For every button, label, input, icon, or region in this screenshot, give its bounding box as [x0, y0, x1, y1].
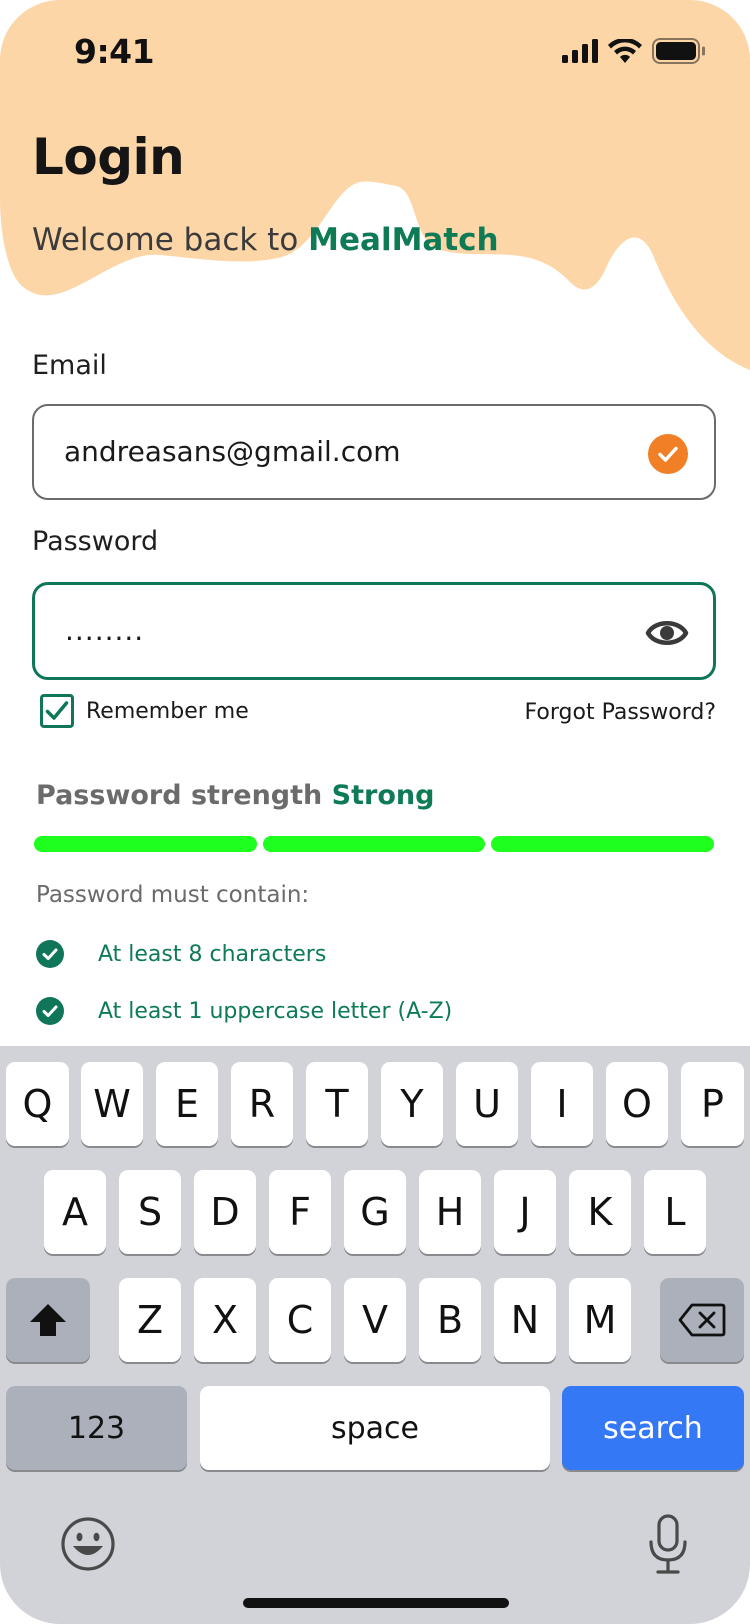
key-i[interactable]: I	[531, 1062, 593, 1146]
email-valid-check-icon	[648, 434, 688, 474]
requirements-heading: Password must contain:	[36, 882, 310, 908]
remember-me-checkbox[interactable]	[40, 694, 74, 728]
microphone-icon[interactable]	[646, 1514, 690, 1576]
wifi-icon	[608, 39, 642, 63]
shift-key[interactable]	[6, 1278, 90, 1362]
key-n[interactable]: N	[494, 1278, 556, 1362]
key-b[interactable]: B	[419, 1278, 481, 1362]
key-g[interactable]: G	[344, 1170, 406, 1254]
key-o[interactable]: O	[606, 1062, 668, 1146]
emoji-icon[interactable]	[60, 1516, 116, 1572]
strength-meter	[34, 836, 715, 852]
password-label: Password	[32, 526, 159, 557]
backspace-icon	[678, 1303, 726, 1337]
key-m[interactable]: M	[569, 1278, 631, 1362]
key-s[interactable]: S	[119, 1170, 181, 1254]
key-x[interactable]: X	[194, 1278, 256, 1362]
remember-me-option[interactable]: Remember me	[40, 694, 249, 728]
key-r[interactable]: R	[231, 1062, 293, 1146]
on-screen-keyboard: Q W E R T Y U I O P A S D F G H J K L Z …	[0, 1046, 750, 1624]
shift-arrow-icon	[30, 1304, 66, 1336]
password-strength-label: Password strength Strong	[36, 780, 434, 811]
strength-segment	[262, 836, 486, 852]
delete-key[interactable]	[660, 1278, 744, 1362]
status-bar: 9:41	[0, 0, 750, 110]
key-z[interactable]: Z	[119, 1278, 181, 1362]
key-v[interactable]: V	[344, 1278, 406, 1362]
numbers-key[interactable]: 123	[6, 1386, 187, 1470]
requirement-text: At least 1 uppercase letter (A-Z)	[98, 998, 453, 1024]
remember-me-label: Remember me	[86, 698, 249, 724]
battery-icon	[652, 38, 705, 64]
email-label: Email	[32, 350, 107, 381]
requirement-item: At least 1 uppercase letter (A-Z)	[36, 997, 452, 1025]
key-a[interactable]: A	[44, 1170, 106, 1254]
strength-segment	[34, 836, 257, 852]
brand-name: MealMatch	[308, 222, 499, 258]
key-f[interactable]: F	[269, 1170, 331, 1254]
key-c[interactable]: C	[269, 1278, 331, 1362]
show-password-eye-icon[interactable]	[645, 613, 689, 653]
key-p[interactable]: P	[681, 1062, 744, 1146]
welcome-subtitle: Welcome back to MealMatch	[32, 222, 499, 258]
email-value: andreasans@gmail.com	[64, 435, 401, 468]
password-value: ........	[65, 614, 145, 647]
page-title: Login	[32, 128, 185, 186]
forgot-password-link[interactable]: Forgot Password?	[525, 700, 716, 725]
key-e[interactable]: E	[156, 1062, 218, 1146]
requirement-text: At least 8 characters	[98, 941, 327, 967]
key-u[interactable]: U	[456, 1062, 518, 1146]
cellular-signal-icon	[562, 39, 598, 63]
key-w[interactable]: W	[81, 1062, 143, 1146]
welcome-text: Welcome back to	[32, 222, 309, 258]
key-d[interactable]: D	[194, 1170, 256, 1254]
key-y[interactable]: Y	[381, 1062, 443, 1146]
requirement-check-icon	[36, 997, 64, 1025]
status-icons	[562, 38, 706, 64]
key-q[interactable]: Q	[6, 1062, 69, 1146]
key-h[interactable]: H	[419, 1170, 481, 1254]
password-field[interactable]: ........	[32, 582, 716, 680]
key-l[interactable]: L	[644, 1170, 706, 1254]
space-key[interactable]: space	[200, 1386, 550, 1470]
strength-segment	[491, 836, 715, 852]
requirement-item: At least 8 characters	[36, 940, 326, 968]
home-indicator[interactable]	[243, 1598, 509, 1608]
key-j[interactable]: J	[494, 1170, 556, 1254]
checkmark-icon	[45, 701, 69, 720]
key-k[interactable]: K	[569, 1170, 631, 1254]
strength-level: Strong	[331, 780, 435, 811]
key-t[interactable]: T	[306, 1062, 368, 1146]
status-time: 9:41	[74, 32, 155, 71]
search-key[interactable]: search	[562, 1386, 744, 1470]
strength-text: Password strength	[36, 780, 332, 811]
requirement-check-icon	[36, 940, 64, 968]
login-screen: 9:41 Login Welcome back to MealMatch Ema…	[0, 0, 750, 1624]
email-field[interactable]: andreasans@gmail.com	[32, 404, 716, 500]
